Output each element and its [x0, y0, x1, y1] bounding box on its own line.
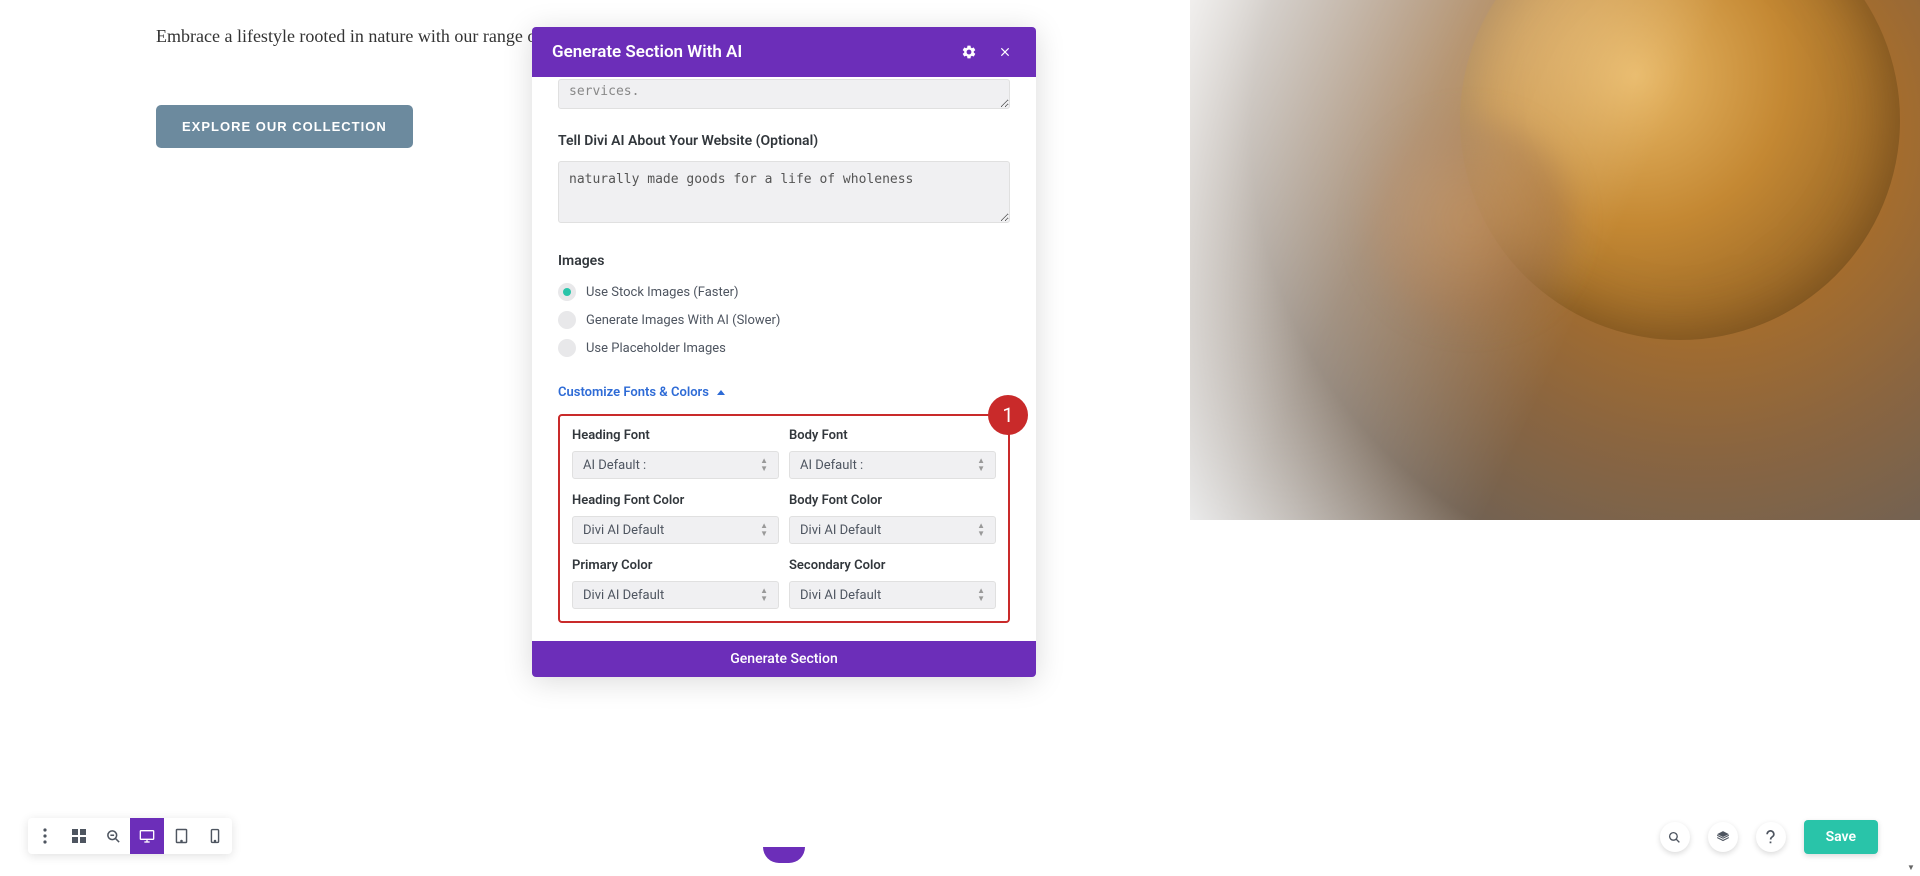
select-value: Divi AI Default [800, 588, 881, 603]
radio-label: Generate Images With AI (Slower) [586, 313, 780, 328]
explore-collection-button[interactable]: EXPLORE OUR COLLECTION [156, 105, 413, 148]
chevron-up-icon [717, 390, 725, 395]
grid-view-icon[interactable] [62, 818, 96, 854]
images-section-label: Images [558, 253, 1010, 269]
select-arrows-icon: ▲▼ [977, 457, 985, 473]
secondary-color-label: Secondary Color [789, 558, 996, 573]
heading-font-label: Heading Font [572, 428, 779, 443]
footer-actions: Save [1660, 820, 1878, 854]
body-font-color-select[interactable]: Divi AI Default ▲▼ [789, 516, 996, 544]
heading-font-color-select[interactable]: Divi AI Default ▲▼ [572, 516, 779, 544]
select-value: Divi AI Default [583, 588, 664, 603]
select-arrows-icon: ▲▼ [760, 587, 768, 603]
mobile-view-icon[interactable] [198, 818, 232, 854]
hero-overlay [1190, 0, 1920, 520]
body-font-label: Body Font [789, 428, 996, 443]
website-description-label: Tell Divi AI About Your Website (Optiona… [558, 133, 1010, 149]
radio-placeholder[interactable]: Use Placeholder Images [558, 339, 1010, 357]
select-value: Divi AI Default [800, 523, 881, 538]
desktop-view-icon[interactable] [130, 818, 164, 854]
select-arrows-icon: ▲▼ [977, 522, 985, 538]
heading-font-color-label: Heading Font Color [572, 493, 779, 508]
secondary-color-select[interactable]: Divi AI Default ▲▼ [789, 581, 996, 609]
select-arrows-icon: ▲▼ [760, 457, 768, 473]
close-icon[interactable] [994, 41, 1016, 63]
modal-body: services. Tell Divi AI About Your Websit… [532, 77, 1036, 641]
modal-header: Generate Section With AI [532, 27, 1036, 77]
radio-circle-icon [558, 339, 576, 357]
select-arrows-icon: ▲▼ [977, 587, 985, 603]
tablet-view-icon[interactable] [164, 818, 198, 854]
layers-icon[interactable] [1708, 822, 1738, 852]
body-font-color-label: Body Font Color [789, 493, 996, 508]
body-font-select[interactable]: AI Default : ▲▼ [789, 451, 996, 479]
viewport-toolbar [28, 818, 232, 854]
radio-stock-images[interactable]: Use Stock Images (Faster) [558, 283, 1010, 301]
save-button[interactable]: Save [1804, 820, 1878, 854]
search-icon[interactable] [1660, 822, 1690, 852]
generate-section-button[interactable]: Generate Section [532, 641, 1036, 677]
select-value: Divi AI Default [583, 523, 664, 538]
images-radio-group: Use Stock Images (Faster) Generate Image… [558, 283, 1010, 357]
scrollbar-down-icon[interactable]: ▼ [1904, 860, 1918, 874]
customize-link-text: Customize Fonts & Colors [558, 385, 709, 400]
zoom-out-icon[interactable] [96, 818, 130, 854]
select-value: AI Default : [583, 458, 646, 473]
primary-color-label: Primary Color [572, 558, 779, 573]
help-icon[interactable] [1756, 822, 1786, 852]
select-value: AI Default : [800, 458, 863, 473]
fonts-colors-options-box: 1 Heading Font AI Default : ▲▼ Body Font… [558, 414, 1010, 623]
select-arrows-icon: ▲▼ [760, 522, 768, 538]
modal-title: Generate Section With AI [552, 42, 944, 62]
more-options-icon[interactable] [28, 818, 62, 854]
radio-circle-icon [558, 311, 576, 329]
radio-circle-selected-icon [558, 283, 576, 301]
primary-color-select[interactable]: Divi AI Default ▲▼ [572, 581, 779, 609]
heading-font-select[interactable]: AI Default : ▲▼ [572, 451, 779, 479]
customize-fonts-colors-toggle[interactable]: Customize Fonts & Colors [558, 385, 725, 400]
generate-section-modal: Generate Section With AI services. Tell … [532, 27, 1036, 677]
radio-label: Use Placeholder Images [586, 341, 726, 356]
radio-label: Use Stock Images (Faster) [586, 285, 739, 300]
annotation-badge: 1 [988, 395, 1028, 435]
gear-icon[interactable] [958, 41, 980, 63]
radio-generate-ai[interactable]: Generate Images With AI (Slower) [558, 311, 1010, 329]
services-textarea[interactable]: services. [558, 79, 1010, 109]
website-description-textarea[interactable]: naturally made goods for a life of whole… [558, 161, 1010, 223]
